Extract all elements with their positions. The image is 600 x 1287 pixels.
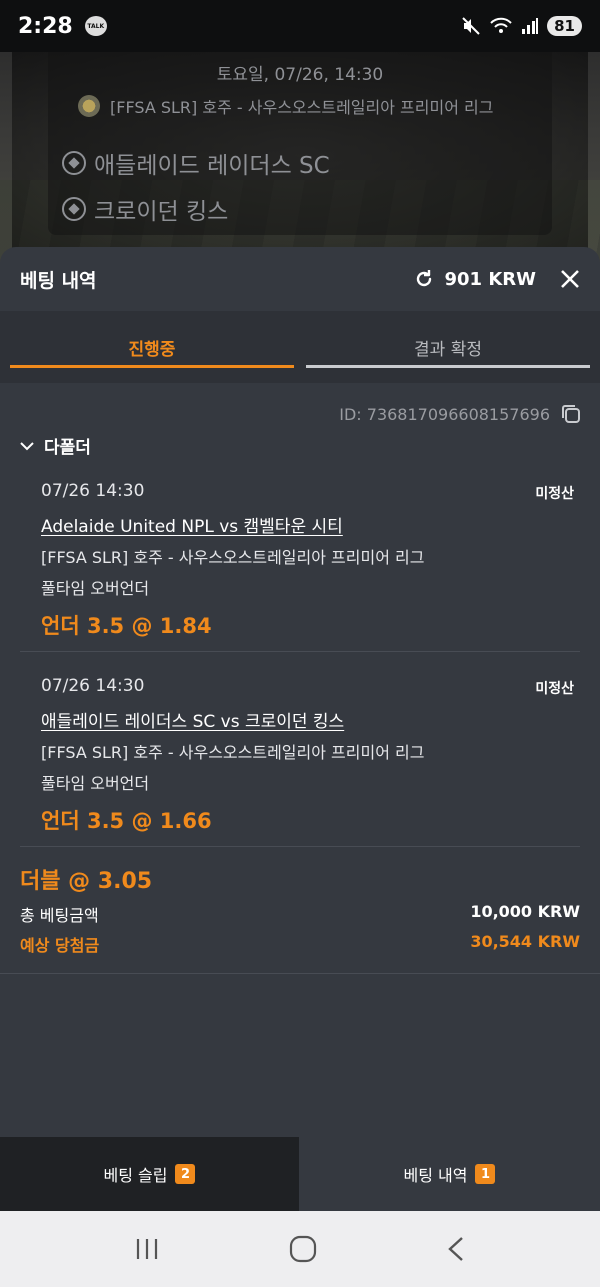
back-icon[interactable]: [446, 1236, 466, 1262]
close-icon[interactable]: [560, 269, 580, 289]
refresh-icon[interactable]: [414, 269, 434, 289]
bet-status: 미정산: [535, 681, 574, 697]
team-home-name: 애들레이드 레이더스 SC: [94, 153, 330, 179]
bet-pick: 언더 3.5 @ 1.66: [41, 809, 212, 833]
bet-league: [FFSA SLR] 호주 - 사우스오스트레일리아 프리미어 리그: [41, 743, 425, 762]
sheet-title: 베팅 내역: [20, 269, 97, 292]
status-icons: 81: [461, 16, 582, 36]
bet-market: 풀타임 오버언더: [41, 579, 150, 598]
league-logo-icon: [78, 95, 100, 117]
bet-slip-count-badge: 2: [175, 1164, 196, 1184]
tab-settled[interactable]: 결과 확정: [306, 311, 590, 383]
status-time: 2:28: [18, 13, 73, 39]
total-stake-value: 10,000 KRW: [470, 902, 580, 921]
divider: [20, 651, 580, 652]
bet-match-link[interactable]: Adelaide United NPL vs 캠벨타운 시티: [41, 512, 343, 537]
folder-header[interactable]: 다폴더: [20, 433, 91, 458]
folder-type-label: 다폴더: [44, 438, 91, 458]
divider: [20, 846, 580, 847]
betting-history-sheet: 베팅 내역 901 KRW 진행중 결과 확정 ID: 736817096608…: [0, 247, 600, 1137]
balance-amount: 901 KRW: [444, 268, 536, 290]
battery-level: 81: [547, 16, 582, 36]
tab-bet-slip[interactable]: 베팅 슬립 2: [0, 1137, 299, 1211]
soccer-ball-icon: [62, 151, 86, 175]
wifi-icon: [489, 16, 513, 36]
tab-bet-slip-label: 베팅 슬립: [103, 1166, 168, 1185]
match-header-card: 토요일, 07/26, 14:30 [FFSA SLR] 호주 - 사우스오스트…: [48, 42, 552, 235]
divider: [0, 973, 600, 974]
bet-id-row: ID: 736817096608157696: [339, 403, 582, 425]
bet-league: [FFSA SLR] 호주 - 사우스오스트레일리아 프리미어 리그: [41, 548, 425, 567]
match-league: [FFSA SLR] 호주 - 사우스오스트레일리아 프리미어 리그: [78, 94, 493, 118]
total-stake-row: 총 베팅금액 10,000 KRW: [20, 902, 580, 926]
team-away: 크로이던 킹스: [62, 192, 228, 226]
expected-win-label: 예상 당첨금: [20, 936, 100, 955]
bet-status: 미정산: [535, 486, 574, 502]
mute-icon: [461, 16, 481, 36]
bet-type-odds: 더블 @ 3.05: [20, 869, 153, 894]
bet-pick: 언더 3.5 @ 1.84: [41, 614, 212, 638]
sheet-header: 베팅 내역 901 KRW: [0, 247, 600, 311]
match-date: 토요일, 07/26, 14:30: [216, 65, 384, 85]
status-tabs: 진행중 결과 확정: [0, 311, 600, 383]
match-league-label: [FFSA SLR] 호주 - 사우스오스트레일리아 프리미어 리그: [110, 98, 494, 117]
bet-id: ID: 736817096608157696: [339, 404, 550, 424]
bet-datetime: 07/26 14:30: [41, 481, 145, 501]
total-stake-label: 총 베팅금액: [20, 906, 99, 925]
system-nav-bar: [0, 1211, 600, 1287]
bet-match-link[interactable]: 애들레이드 레이더스 SC vs 크로이던 킹스: [41, 707, 344, 732]
tab-bet-history-label: 베팅 내역: [403, 1166, 468, 1185]
soccer-ball-icon: [62, 197, 86, 221]
bet-history-count-badge: 1: [475, 1164, 496, 1184]
team-away-name: 크로이던 킹스: [94, 199, 229, 225]
status-bar: 2:28 TALK 81: [0, 0, 600, 52]
match-background: 토요일, 07/26, 14:30 [FFSA SLR] 호주 - 사우스오스트…: [0, 40, 600, 270]
copy-icon[interactable]: [560, 403, 582, 425]
chevron-down-icon: [20, 436, 34, 456]
bet-datetime: 07/26 14:30: [41, 676, 145, 696]
bottom-tab-bar: 베팅 슬립 2 베팅 내역 1: [0, 1137, 600, 1211]
signal-icon: [521, 17, 539, 35]
tab-bet-history[interactable]: 베팅 내역 1: [299, 1137, 600, 1211]
bet-market: 풀타임 오버언더: [41, 774, 150, 793]
expected-win-row: 예상 당첨금 30,544 KRW: [20, 932, 580, 956]
home-icon[interactable]: [289, 1235, 317, 1263]
talk-notification-icon: TALK: [84, 16, 107, 36]
tab-in-progress[interactable]: 진행중: [10, 311, 294, 383]
expected-win-value: 30,544 KRW: [470, 932, 580, 951]
team-home: 애들레이드 레이더스 SC: [62, 146, 330, 180]
recent-apps-icon[interactable]: [134, 1237, 160, 1261]
